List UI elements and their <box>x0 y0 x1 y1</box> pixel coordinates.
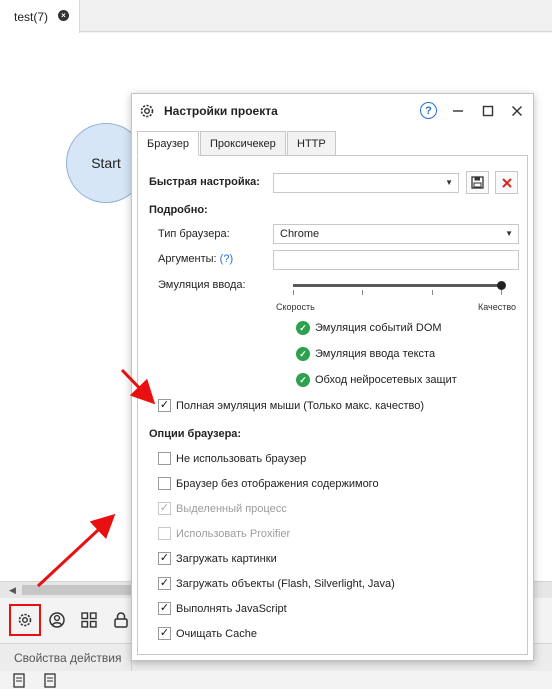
delete-icon <box>501 177 512 188</box>
tab-browser[interactable]: Браузер <box>137 131 199 156</box>
slider-tick <box>432 290 433 295</box>
slider-tick <box>293 290 294 295</box>
dedicated-process-label: Выделенный процесс <box>176 503 287 515</box>
grid-icon <box>81 612 97 628</box>
headless-browser-label: Браузер без отображения содержимого <box>176 478 379 490</box>
run-javascript-checkbox[interactable]: ✓ <box>158 602 171 615</box>
delete-preset-button[interactable] <box>495 171 518 194</box>
document-tab[interactable]: test(7) × <box>0 0 80 33</box>
project-settings-button[interactable] <box>9 604 41 636</box>
headless-browser-checkbox[interactable] <box>158 477 171 490</box>
slider-knob[interactable] <box>496 281 506 290</box>
close-button[interactable] <box>507 101 527 121</box>
input-emulation-label: Эмуляция ввода: <box>158 279 246 291</box>
help-icon[interactable]: ? <box>420 102 437 119</box>
proxifier-checkbox <box>158 527 171 540</box>
check-circle-icon: ✓ <box>296 347 310 361</box>
checkmark-icon: ✓ <box>159 577 170 589</box>
load-images-checkbox[interactable]: ✓ <box>158 552 171 565</box>
slider-tick <box>362 290 363 295</box>
checkmark-icon: ✓ <box>159 502 170 514</box>
clear-cache-label: Очищать Cache <box>176 628 257 640</box>
browser-type-select[interactable]: Chrome ▼ <box>273 224 519 244</box>
checkmark-icon: ✓ <box>159 627 170 639</box>
load-objects-checkbox[interactable]: ✓ <box>158 577 171 590</box>
document-edit-icon[interactable] <box>13 673 27 689</box>
load-images-label: Загружать картинки <box>176 553 277 565</box>
gear-icon <box>140 104 154 118</box>
run-javascript-label: Выполнять JavaScript <box>176 603 287 615</box>
slider-max-label: Качество <box>478 302 517 312</box>
tab-browser-label: Браузер <box>147 137 189 150</box>
browser-settings-panel: Быстрая настройка: ▼ Подробно: Тип брауз… <box>137 155 528 655</box>
proxifier-label: Использовать Proxifier <box>176 528 291 540</box>
minimize-icon <box>453 110 463 112</box>
quick-setup-select[interactable]: ▼ <box>273 173 459 193</box>
checkmark-icon: ✓ <box>159 399 170 411</box>
arguments-input[interactable] <box>273 250 519 270</box>
action-properties-tab-label: Свойства действия <box>14 651 122 665</box>
user-circle-icon <box>49 612 65 628</box>
load-objects-label: Загружать объекты (Flash, Silverlight, J… <box>176 578 395 590</box>
close-icon[interactable]: × <box>58 10 69 21</box>
save-preset-button[interactable] <box>466 171 489 194</box>
full-mouse-label: Полная эмуляция мыши (Только макс. качес… <box>176 400 424 412</box>
tab-http[interactable]: HTTP <box>287 131 336 156</box>
lock-icon <box>114 612 128 628</box>
minimize-button[interactable] <box>448 101 468 121</box>
arguments-label: Аргументы: (?) <box>158 253 233 265</box>
project-settings-dialog: Настройки проекта ? Браузер Проксичекер … <box>131 93 534 661</box>
bottom-icon-strip <box>0 671 552 689</box>
action-properties-tab[interactable]: Свойства действия <box>4 644 133 672</box>
slider-track[interactable] <box>293 284 501 287</box>
start-node-label: Start <box>91 155 121 171</box>
tab-proxychecker-label: Проксичекер <box>210 137 276 150</box>
check-circle-icon: ✓ <box>296 321 310 335</box>
chevron-down-icon: ▼ <box>445 178 453 187</box>
dialog-titlebar[interactable]: Настройки проекта ? <box>132 94 533 128</box>
dedicated-process-checkbox: ✓ <box>158 502 171 515</box>
detailed-heading: Подробно: <box>149 204 208 216</box>
document-tab-bar: test(7) × <box>0 0 552 33</box>
feature-neural-bypass: Обход нейросетевых защит <box>315 374 457 386</box>
gear-icon <box>18 613 32 627</box>
maximize-button[interactable] <box>478 101 498 121</box>
quick-setup-label: Быстрая настройка: <box>149 176 260 188</box>
save-icon <box>471 176 484 189</box>
scroll-left-icon[interactable]: ◀ <box>9 585 16 596</box>
tab-http-label: HTTP <box>297 137 326 150</box>
modules-button[interactable] <box>75 606 103 634</box>
tab-proxychecker[interactable]: Проксичекер <box>200 131 286 156</box>
arguments-help-link[interactable]: (?) <box>220 253 233 265</box>
dialog-title: Настройки проекта <box>164 104 278 118</box>
scrollbar-thumb[interactable] <box>22 585 132 595</box>
checkmark-icon: ✓ <box>159 552 170 564</box>
checkmark-icon: ✓ <box>159 602 170 614</box>
feature-dom-events: Эмуляция событий DOM <box>315 322 442 334</box>
feature-text-input: Эмуляция ввода текста <box>315 348 436 360</box>
browser-type-value: Chrome <box>280 228 320 240</box>
document-tab-title: test(7) <box>14 9 49 24</box>
slider-tick <box>501 290 502 295</box>
maximize-icon <box>482 105 494 117</box>
arguments-label-text: Аргументы: <box>158 253 217 265</box>
no-browser-label: Не использовать браузер <box>176 453 307 465</box>
browser-options-heading: Опции браузера: <box>149 428 242 440</box>
check-circle-icon: ✓ <box>296 373 310 387</box>
full-mouse-checkbox[interactable]: ✓ <box>158 399 171 412</box>
profile-button[interactable] <box>43 606 71 634</box>
browser-type-label: Тип браузера: <box>158 228 230 240</box>
no-browser-checkbox[interactable] <box>158 452 171 465</box>
clear-cache-checkbox[interactable]: ✓ <box>158 627 171 640</box>
close-icon <box>512 106 522 116</box>
document-list-icon[interactable] <box>44 673 58 689</box>
slider-min-label: Скорость <box>276 302 315 312</box>
chevron-down-icon: ▼ <box>505 229 513 238</box>
